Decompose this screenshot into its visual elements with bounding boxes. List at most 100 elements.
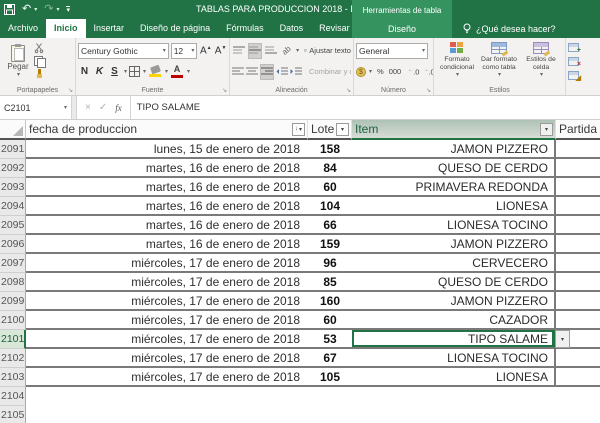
cell-lote[interactable]: 67 [308,349,352,368]
align-left-icon[interactable] [232,64,244,80]
customize-qat-icon[interactable]: ▾ [66,6,70,14]
cell-item[interactable]: QUESO DE CERDO [352,273,556,292]
row-number[interactable]: 2105 [0,406,26,423]
row-number[interactable]: 2095 [0,216,26,235]
increase-decimal-button[interactable]: ←.0 [408,67,419,77]
row-number[interactable]: 2103 [0,368,26,387]
tell-me-search[interactable]: ¿Qué desea hacer? [462,19,556,38]
row-number[interactable]: 2098 [0,273,26,292]
name-box[interactable]: C2101 ▾ [0,96,72,119]
grow-font-button[interactable]: A▲ [199,45,212,56]
accounting-caret-icon[interactable]: ▾ [369,68,372,75]
cell-fecha[interactable]: miércoles, 17 de enero de 2018 [26,254,308,273]
format-as-table-button[interactable]: Dar formato como tabla ▾ [478,40,520,84]
cell-fecha[interactable]: miércoles, 17 de enero de 2018 [26,292,308,311]
format-cells-button[interactable]: ◢ [568,68,599,82]
cell-lote[interactable] [308,406,352,423]
insert-cells-button[interactable]: + [568,40,599,54]
cell-item[interactable]: LIONESA [352,368,556,387]
cell-fecha[interactable]: miércoles, 17 de enero de 2018 [26,311,308,330]
cell-item[interactable]: QUESO DE CERDO [352,159,556,178]
row-number[interactable]: 2100 [0,311,26,330]
cell-fecha[interactable]: miércoles, 17 de enero de 2018 [26,349,308,368]
cell-partida[interactable] [556,216,600,235]
font-color-caret-icon[interactable]: ▾ [187,68,190,75]
select-all-button[interactable] [0,120,26,140]
cut-icon[interactable] [34,43,44,53]
cell-item[interactable]: CERVECERO [352,254,556,273]
cell-fecha[interactable]: miércoles, 17 de enero de 2018 [26,368,308,387]
decrease-indent-icon[interactable] [276,64,288,80]
cell-item[interactable]: JAMON PIZZERO [352,235,556,254]
cell-lote[interactable]: 160 [308,292,352,311]
cell-partida[interactable] [556,349,600,368]
copy-icon[interactable] [34,56,44,66]
wrap-text-button[interactable]: Ajustar texto [304,46,351,55]
cell-item[interactable]: JAMON PIZZERO [352,292,556,311]
selected-cell[interactable]: TIPO SALAME▾ [352,330,556,349]
fill-color-icon[interactable] [148,66,162,77]
cell-fecha[interactable] [26,406,308,423]
cell-partida[interactable] [556,311,600,330]
row-number[interactable]: 2094 [0,197,26,216]
cell-partida[interactable] [556,178,600,197]
conditional-formatting-button[interactable]: Formato condicional ▾ [436,40,478,84]
align-center-icon[interactable] [246,64,258,80]
formula-input[interactable]: TIPO SALAME [131,96,600,119]
cell-lote[interactable]: 96 [308,254,352,273]
delete-cells-button[interactable]: × [568,54,599,68]
row-number[interactable]: 2099 [0,292,26,311]
cell-lote[interactable]: 53 [308,330,352,349]
row-number[interactable]: 2104 [0,387,26,406]
align-middle-icon[interactable] [248,43,262,59]
cell-partida[interactable] [556,273,600,292]
cell-item[interactable]: PRIMAVERA REDONDA [352,178,556,197]
row-number[interactable]: 2097 [0,254,26,273]
cell-fecha[interactable] [26,387,308,406]
undo-icon[interactable]: ↶ [22,0,31,19]
cell-item[interactable]: LIONESA TOCINO [352,216,556,235]
row-number[interactable]: 2096 [0,235,26,254]
cell-partida[interactable] [556,159,600,178]
cell-partida[interactable] [556,368,600,387]
row-number[interactable]: 2091 [0,140,26,159]
dialog-launcher-icon[interactable]: ↘ [426,87,431,94]
decrease-decimal-button[interactable]: →.00 [423,67,434,77]
column-header-item[interactable]: Item▾ [352,120,556,140]
number-format-combo[interactable]: General ▾ [356,43,428,59]
cell-lote[interactable]: 60 [308,311,352,330]
increase-indent-icon[interactable] [290,64,302,80]
paste-button[interactable]: Pegar ▾ [2,40,34,82]
column-header-partida[interactable]: Partida [556,120,600,140]
tab-fórmulas[interactable]: Fórmulas [218,19,272,38]
cell-fecha[interactable]: miércoles, 17 de enero de 2018 [26,273,308,292]
row-number[interactable]: 2101 [0,330,26,349]
cell-styles-button[interactable]: Estilos de celda ▾ [520,40,562,84]
column-header-lote[interactable]: Lote▾ [308,120,352,140]
cell-lote[interactable]: 66 [308,216,352,235]
cell-lote[interactable]: 60 [308,178,352,197]
percent-style-button[interactable]: % [377,67,384,76]
validation-dropdown-icon[interactable]: ▾ [555,330,570,348]
accounting-format-icon[interactable]: $ [356,67,366,77]
underline-button[interactable]: S [108,66,121,77]
underline-caret-icon[interactable]: ▾ [124,68,127,75]
cell-lote[interactable]: 159 [308,235,352,254]
cell-lote[interactable]: 105 [308,368,352,387]
orientation-caret-icon[interactable]: ▾ [296,47,299,54]
cell-lote[interactable]: 104 [308,197,352,216]
orientation-icon[interactable]: ab [279,43,293,59]
comma-style-button[interactable]: 000 [389,67,402,76]
borders-caret-icon[interactable]: ▾ [143,68,146,75]
dialog-launcher-icon[interactable]: ↘ [68,87,73,94]
font-name-combo[interactable]: Century Gothic ▾ [78,43,169,59]
cell-item[interactable] [352,406,556,423]
font-color-icon[interactable]: A [170,65,184,78]
tab-diseño-de-página[interactable]: Diseño de página [132,19,218,38]
cell-item[interactable]: LIONESA TOCINO [352,349,556,368]
cell-item[interactable]: LIONESA [352,197,556,216]
bold-button[interactable]: N [78,66,91,77]
font-size-combo[interactable]: 12 ▾ [171,43,198,59]
cell-partida[interactable] [556,197,600,216]
cell-fecha[interactable]: martes, 16 de enero de 2018 [26,216,308,235]
